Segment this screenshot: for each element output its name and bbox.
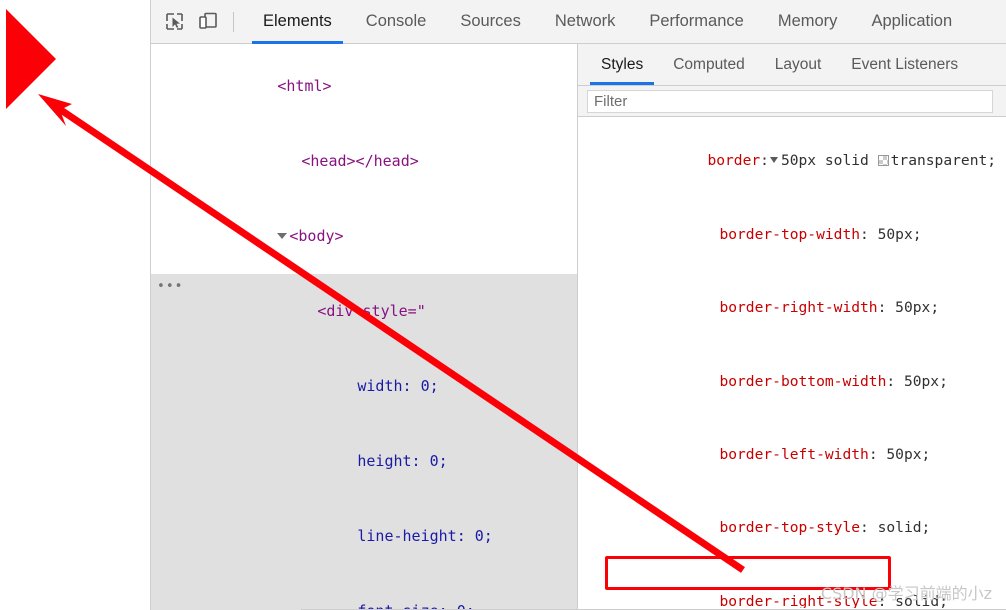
rendered-page-viewport [0, 0, 150, 610]
dom-node-div-open: <div style=" [317, 302, 426, 320]
tab-console[interactable]: Console [349, 0, 444, 44]
tab-elements[interactable]: Elements [246, 0, 349, 44]
dom-row[interactable]: font-size: 0; [151, 574, 577, 610]
devtools-toolbar: Elements Console Sources Network Perform… [151, 0, 1006, 44]
property-name: border-top-style [719, 519, 861, 537]
tab-event-listeners[interactable]: Event Listeners [836, 44, 973, 85]
ellipsis-badge[interactable]: ••• [157, 274, 183, 299]
color-swatch-transparent[interactable] [877, 155, 889, 167]
device-toolbar-icon[interactable] [191, 7, 225, 37]
tab-network[interactable]: Network [538, 0, 633, 44]
css-triangle-element [6, 9, 106, 109]
property-value: solid; [877, 519, 931, 537]
tab-performance[interactable]: Performance [632, 0, 760, 44]
styles-pane: Styles Computed Layout Event Listeners F… [578, 44, 1006, 610]
property-name: border-left-width [719, 445, 869, 463]
declaration-border-bottom-width[interactable]: border-bottom-width: 50px; [588, 345, 1006, 418]
devtools-body: <html> <head></head> <body> ••• <div styl… [151, 44, 1006, 610]
tab-memory[interactable]: Memory [761, 0, 855, 44]
colon: : [760, 152, 769, 170]
property-value: 50px; [895, 299, 940, 317]
chevron-down-icon[interactable] [277, 232, 288, 239]
property-name: border [707, 152, 761, 170]
dom-node-head: <head></head> [301, 152, 419, 170]
property-value: 50px; [877, 225, 922, 243]
property-name: border-top-width [719, 225, 861, 243]
colon: : [868, 445, 887, 463]
chevron-down-icon[interactable] [769, 157, 778, 164]
inspect-element-icon[interactable] [157, 7, 191, 37]
devtools-screenshot: Elements Console Sources Network Perform… [0, 0, 1006, 610]
dom-row[interactable]: height: 0; [151, 424, 577, 499]
watermark: CSDN @学习前端的小z [820, 584, 992, 603]
declaration-border-left-width[interactable]: border-left-width: 50px; [588, 418, 1006, 491]
style-decl-height: height: 0; [357, 452, 448, 470]
dom-tree-pane[interactable]: <html> <head></head> <body> ••• <div styl… [151, 44, 578, 610]
property-value: 50px solid [780, 152, 869, 170]
colon: : [860, 225, 878, 243]
style-decl-width: width: 0; [357, 377, 439, 395]
declaration-border-top-width[interactable]: border-top-width: 50px; [588, 198, 1006, 271]
property-name: border-right-width [719, 299, 878, 317]
colon: : [877, 299, 896, 317]
styles-filter-input[interactable] [587, 89, 993, 113]
dom-row[interactable]: width: 0; [151, 349, 577, 424]
tab-styles[interactable]: Styles [586, 44, 658, 85]
styles-tab-strip: Styles Computed Layout Event Listeners [578, 44, 1006, 86]
property-value: 50px; [886, 445, 931, 463]
clipped-rule-row [588, 117, 1006, 125]
dom-row[interactable]: line-height: 0; [151, 499, 577, 574]
dom-row[interactable]: <body> [151, 199, 577, 274]
colon: : [860, 519, 878, 537]
devtools-panel: Elements Console Sources Network Perform… [150, 0, 1006, 610]
property-value-extra: transparent; [890, 152, 997, 170]
tab-sources[interactable]: Sources [443, 0, 538, 44]
tab-layout[interactable]: Layout [760, 44, 837, 85]
declaration-border[interactable]: border: 50px solid transparent; [588, 125, 1006, 198]
dom-row[interactable]: <head></head> [151, 124, 577, 199]
property-name: border-bottom-width [719, 372, 887, 390]
dom-row[interactable]: ••• <div style=" [151, 274, 577, 349]
dom-node-html: <html> [277, 77, 332, 95]
tab-computed[interactable]: Computed [658, 44, 760, 85]
css-rule-block[interactable]: border: 50px solid transparent; border-to… [578, 117, 1006, 608]
declaration-border-top-style[interactable]: border-top-style: solid; [588, 492, 1006, 565]
toolbar-divider [233, 11, 234, 32]
tab-application[interactable]: Application [854, 0, 969, 44]
colon: : [886, 372, 904, 390]
property-value: 50px; [903, 372, 948, 390]
styles-filter-bar [578, 86, 1006, 117]
dom-node-body: <body> [289, 227, 344, 245]
devtools-tab-strip: Elements Console Sources Network Perform… [246, 0, 1006, 44]
style-decl-line-height: line-height: 0; [357, 527, 493, 545]
dom-tree: <html> <head></head> <body> ••• <div styl… [151, 44, 577, 610]
clipped-declaration [588, 117, 1006, 125]
declaration-border-right-width[interactable]: border-right-width: 50px; [588, 272, 1006, 345]
dom-row[interactable]: <html> [151, 49, 577, 124]
